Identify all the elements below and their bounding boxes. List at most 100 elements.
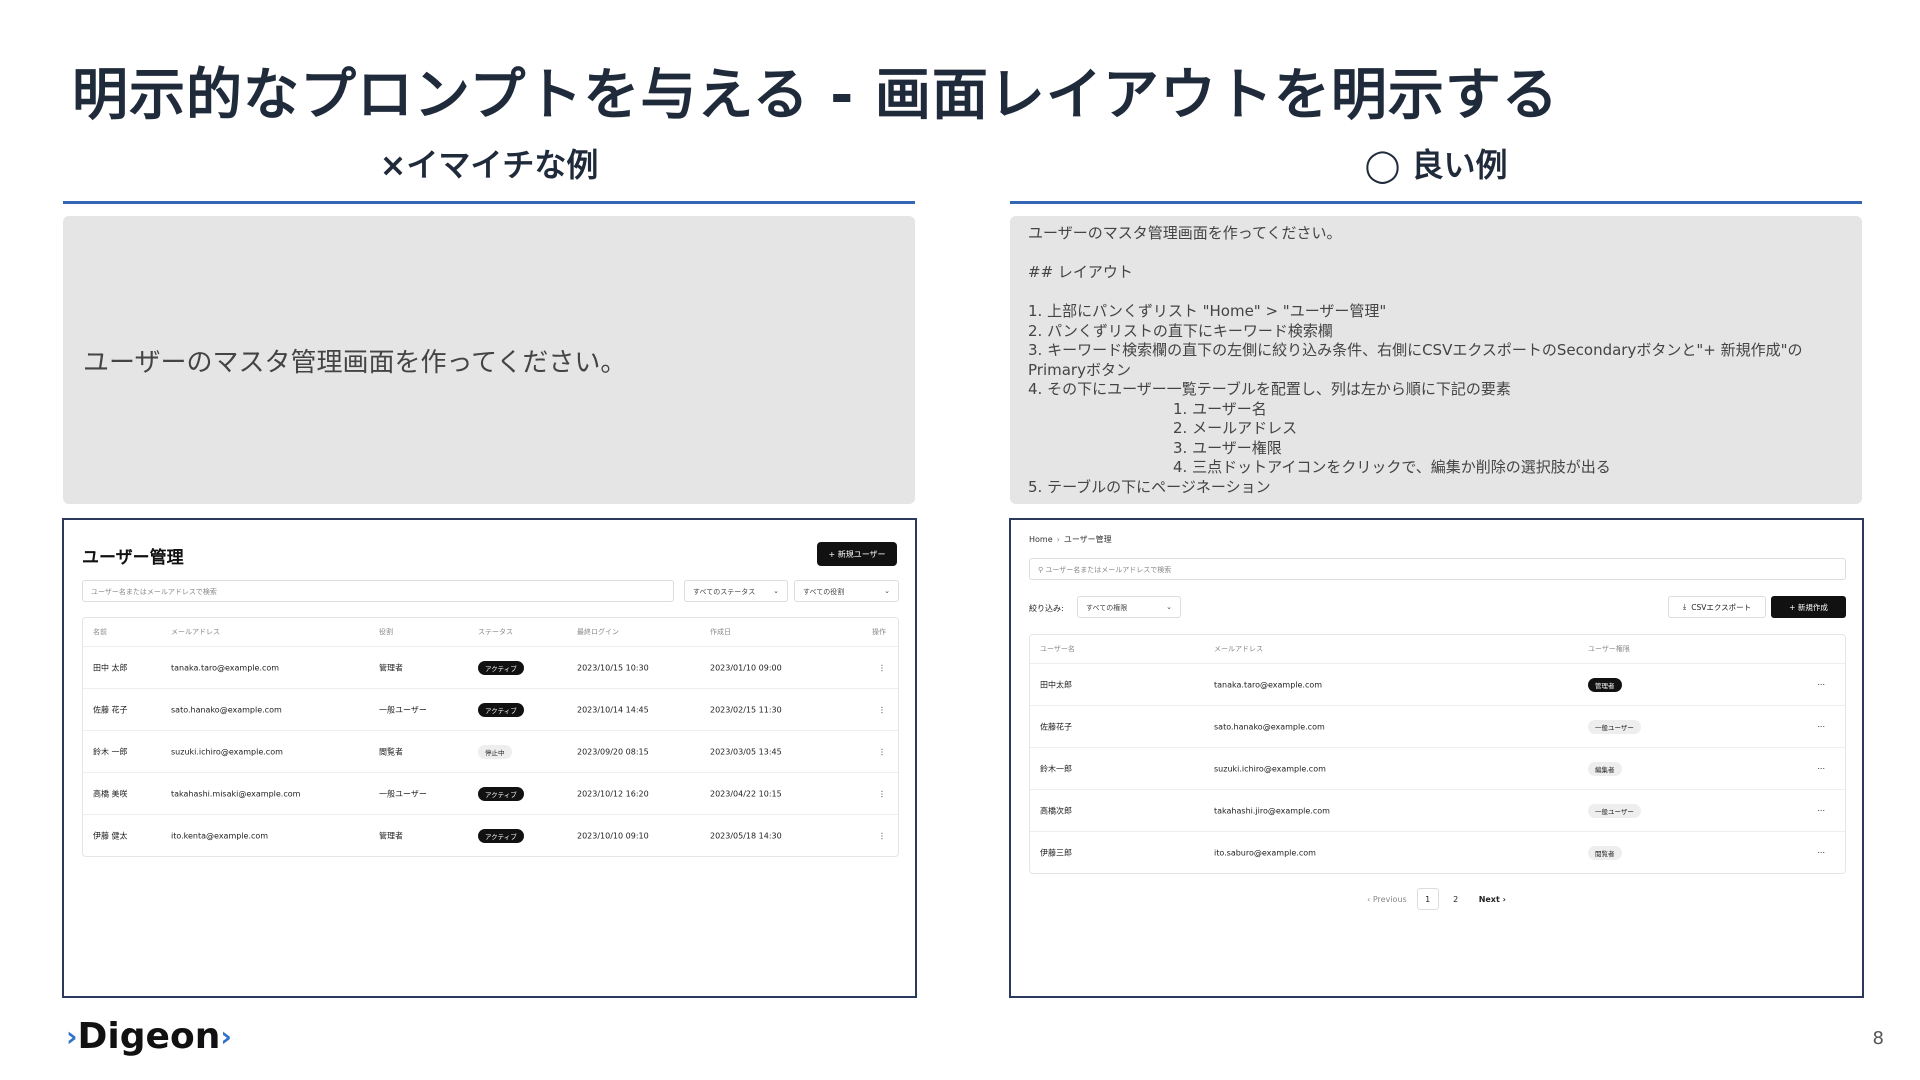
cell-email: ito.saburo@example.com	[1214, 848, 1316, 857]
breadcrumb-home[interactable]: Home	[1029, 535, 1053, 544]
breadcrumb: Home › ユーザー管理	[1029, 534, 1112, 545]
column-header: ステータス	[478, 628, 513, 636]
search-input[interactable]: ユーザー名またはメールアドレスで検索	[82, 580, 674, 602]
more-horizontal-icon[interactable]: ···	[1817, 764, 1825, 773]
cell-email: ito.kenta@example.com	[171, 831, 269, 840]
permission-filter-select[interactable]: すべての権限 ⌄	[1077, 596, 1181, 618]
role-badge: 閲覧者	[1588, 845, 1622, 860]
column-header: 作成日	[710, 628, 731, 636]
cell-created: 2023/05/18 14:30	[710, 831, 782, 840]
prompt-gap	[1028, 244, 1844, 264]
status-filter-value: すべてのステータス	[693, 588, 756, 596]
pagination-previous[interactable]: ‹ Previous	[1367, 895, 1407, 904]
pagination-page[interactable]: 1	[1416, 888, 1439, 910]
column-header: メールアドレス	[171, 628, 220, 636]
role-badge: 一般ユーザー	[1588, 719, 1641, 734]
cell-name: 鈴木 一郎	[93, 747, 128, 756]
role-badge: 一般ユーザー	[1588, 803, 1641, 818]
status-badge: アクティブ	[478, 786, 524, 801]
cell-role: 一般ユーザー	[379, 705, 427, 714]
permission-filter-value: すべての権限	[1086, 604, 1128, 612]
more-vertical-icon[interactable]: ⋮	[878, 789, 886, 798]
filter-label: 絞り込み:	[1029, 604, 1064, 613]
bad-prompt-box: ユーザーのマスタ管理画面を作ってください。	[63, 216, 915, 504]
more-horizontal-icon[interactable]: ···	[1817, 680, 1825, 689]
good-prompt-box: ユーザーのマスタ管理画面を作ってください。 ## レイアウト 1. 上部にパンく…	[1010, 216, 1862, 504]
prompt-line: 4. その下にユーザー一覧テーブルを配置し、列は左から順に下記の要素	[1028, 380, 1511, 398]
prompt-line: 5. テーブルの下にページネーション	[1028, 477, 1271, 496]
prompt-line: 2. メールアドレス	[1173, 419, 1298, 437]
role-badge: 編集者	[1588, 761, 1622, 776]
good-example-screenshot: Home › ユーザー管理 ⚲ ユーザー名またはメールアドレスで検索 絞り込み: す…	[1009, 518, 1864, 998]
status-badge: アクティブ	[478, 828, 524, 843]
page-number: 8	[1872, 1028, 1884, 1049]
cell-name: 田中太郎	[1040, 680, 1072, 689]
cell-email: tanaka.taro@example.com	[171, 663, 280, 672]
table-row: 佐藤 花子 sato.hanako@example.com 一般ユーザー アクテ…	[83, 688, 898, 730]
more-vertical-icon[interactable]: ⋮	[878, 705, 886, 714]
logo-text: Digeon	[77, 1016, 221, 1057]
more-vertical-icon[interactable]: ⋮	[878, 747, 886, 756]
download-icon: ⤓	[1682, 602, 1687, 611]
prompt-line: 3. ユーザー権限	[1173, 438, 1282, 457]
chevron-right-icon: ›	[220, 1020, 232, 1053]
table-row: 鈴木 一郎 suzuki.ichiro@example.com 閲覧者 停止中 …	[83, 730, 898, 772]
search-input[interactable]: ⚲ ユーザー名またはメールアドレスで検索	[1029, 558, 1846, 580]
bad-prompt-text: ユーザーのマスタ管理画面を作ってください。	[83, 347, 627, 378]
divider	[63, 201, 915, 204]
slide-title: 明示的なプロンプトを与える - 画面レイアウトを明示する	[72, 63, 1559, 128]
role-badge: 管理者	[1588, 677, 1622, 692]
table-row: 伊藤三郎 ito.saburo@example.com 閲覧者 ···	[1030, 831, 1845, 873]
divider	[1010, 201, 1862, 204]
csv-export-button[interactable]: ⤓ CSVエクスポート	[1668, 596, 1766, 618]
table-row: 伊藤 健太 ito.kenta@example.com 管理者 アクティブ 20…	[83, 814, 898, 856]
role-filter-select[interactable]: すべての役割 ⌄	[794, 580, 899, 602]
chevron-down-icon: ⌄	[773, 587, 779, 595]
more-horizontal-icon[interactable]: ···	[1817, 722, 1825, 731]
prompt-line: 1. ユーザー名	[1173, 399, 1267, 418]
status-badge: 停止中	[478, 744, 512, 759]
table-row: 佐藤花子 sato.hanako@example.com 一般ユーザー ···	[1030, 705, 1845, 747]
cell-name: 伊藤 健太	[93, 831, 128, 840]
more-vertical-icon[interactable]: ⋮	[878, 831, 886, 840]
status-badge: アクティブ	[478, 660, 524, 675]
prompt-line: ユーザーのマスタ管理画面を作ってください。	[1028, 224, 1342, 242]
cell-email: takahashi.jiro@example.com	[1214, 806, 1330, 815]
status-filter-select[interactable]: すべてのステータス ⌄	[684, 580, 788, 602]
new-create-button[interactable]: + 新規作成	[1771, 596, 1846, 618]
cell-role: 一般ユーザー	[379, 789, 427, 798]
more-horizontal-icon[interactable]: ···	[1817, 806, 1825, 815]
user-table: 名前 メールアドレス 役割 ステータス 最終ログイン 作成日 操作 田中 太郎 …	[82, 617, 899, 857]
prompt-line: 3. キーワード検索欄の直下の左側に絞り込み条件、右側にCSVエクスポートのSe…	[1028, 341, 1803, 379]
good-example-heading: ◯ 良い例	[1364, 146, 1508, 184]
csv-export-label: CSVエクスポート	[1691, 602, 1752, 612]
chevron-right-icon: ›	[66, 1020, 78, 1053]
new-user-button[interactable]: + 新規ユーザー	[817, 542, 897, 566]
status-badge: アクティブ	[478, 702, 524, 717]
more-horizontal-icon[interactable]: ···	[1817, 848, 1825, 857]
prompt-line: ## レイアウト	[1028, 263, 1133, 281]
table-row: 田中 太郎 tanaka.taro@example.com 管理者 アクティブ …	[83, 646, 898, 688]
chevron-down-icon: ⌄	[1166, 603, 1172, 611]
breadcrumb-separator: ›	[1056, 535, 1060, 544]
more-vertical-icon[interactable]: ⋮	[878, 663, 886, 672]
pagination-next[interactable]: Next ›	[1479, 895, 1506, 904]
cell-last-login: 2023/10/12 16:20	[577, 789, 649, 798]
cell-last-login: 2023/09/20 08:15	[577, 747, 649, 756]
table-row: 田中太郎 tanaka.taro@example.com 管理者 ···	[1030, 663, 1845, 705]
search-placeholder: ユーザー名またはメールアドレスで検索	[1045, 566, 1172, 574]
cell-name: 鈴木一郎	[1040, 764, 1072, 773]
cell-last-login: 2023/10/14 14:45	[577, 705, 649, 714]
pagination: ‹ Previous 1 2 Next ›	[1011, 888, 1862, 910]
table-row: 鈴木一郎 suzuki.ichiro@example.com 編集者 ···	[1030, 747, 1845, 789]
column-header: 名前	[93, 628, 107, 636]
cell-name: 田中 太郎	[93, 663, 128, 672]
bad-example-screenshot: ユーザー管理 + 新規ユーザー ユーザー名またはメールアドレスで検索 すべてのス…	[62, 518, 917, 998]
pagination-page[interactable]: 2	[1445, 888, 1467, 910]
cell-email: takahashi.misaki@example.com	[171, 789, 301, 798]
cell-name: 高橋次郎	[1040, 806, 1072, 815]
cell-last-login: 2023/10/15 10:30	[577, 663, 649, 672]
cell-name: 伊藤三郎	[1040, 848, 1072, 857]
column-header: メールアドレス	[1214, 645, 1263, 653]
prompt-gap	[1028, 283, 1844, 303]
